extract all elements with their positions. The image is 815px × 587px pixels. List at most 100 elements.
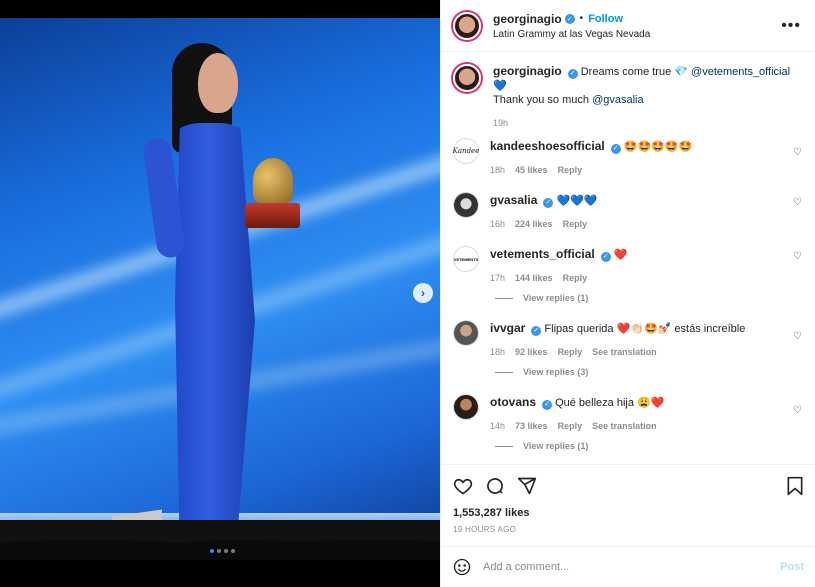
more-options-icon[interactable]: •••	[781, 17, 801, 35]
comment-meta: 14h 73 likes Reply See translation	[490, 419, 664, 433]
comment-icon[interactable]	[485, 476, 505, 496]
replies-line	[495, 297, 513, 299]
grammy-trophy	[245, 158, 300, 233]
audience-silhouettes	[0, 520, 440, 560]
likes-count[interactable]: 1,553,287 likes	[453, 507, 804, 519]
commenter-avatar[interactable]: Kandee	[452, 139, 480, 163]
caption-body: georginagio ✓ Dreams come true 💎 @vetemen…	[493, 64, 804, 128]
comment-input[interactable]	[483, 561, 781, 573]
post-media: ›	[0, 0, 440, 587]
heart-icon[interactable]	[453, 476, 473, 496]
author-avatar[interactable]	[453, 11, 481, 40]
comment-meta: 17h 144 likes Reply	[490, 271, 627, 285]
reply-button[interactable]: Reply	[558, 163, 583, 177]
caption-text: georginagio ✓ Dreams come true 💎 @vetemen…	[493, 64, 804, 93]
comment-time: 18h	[490, 165, 506, 175]
comment-text: Flipas querida ❤️👏🏻🤩💅🏻 estás increíble	[544, 323, 746, 335]
header-line: georginagio ✓ • Follow	[493, 12, 650, 26]
post-photo[interactable]	[0, 18, 440, 560]
avatar-logo-text: Kandee	[452, 147, 480, 155]
replies-line	[495, 371, 513, 373]
like-comment-heart-icon[interactable]: ♡	[793, 147, 802, 158]
commenter-username[interactable]: vetements_official	[490, 247, 595, 261]
like-comment-heart-icon[interactable]: ♡	[793, 405, 802, 416]
comment-likes[interactable]: 92 likes	[515, 345, 548, 359]
comment-likes[interactable]: 224 likes	[515, 217, 553, 231]
see-translation-button[interactable]: See translation	[592, 345, 657, 359]
verified-badge-icon: ✓	[610, 144, 621, 154]
caption-text-line2: Thank you so much	[493, 94, 593, 106]
commenter-avatar[interactable]	[454, 321, 478, 345]
view-replies-label: View replies (1)	[523, 441, 589, 451]
post-header: georginagio ✓ • Follow Latin Grammy at l…	[441, 0, 815, 52]
add-comment-bar: Post	[441, 546, 815, 587]
emoji-icon[interactable]	[453, 558, 471, 576]
comment-item: gvasalia ✓ 💙💙💙 16h 224 likes Reply ♡	[453, 177, 804, 231]
comment-time: 18h	[490, 347, 506, 357]
comment-likes[interactable]: 45 likes	[515, 163, 548, 177]
commenter-username[interactable]: kandeeshoesofficial	[490, 139, 605, 153]
like-comment-heart-icon[interactable]: ♡	[793, 331, 802, 342]
verified-badge-icon: ✓	[543, 198, 554, 208]
next-image-button[interactable]: ›	[413, 283, 433, 303]
comment-body: ivvgar ✓ Flipas querida ❤️👏🏻🤩💅🏻 estás inc…	[490, 321, 745, 359]
comment-item: VETEMENTS vetements_official ✓ ❤️ 17h 144…	[453, 231, 804, 285]
commenter-avatar[interactable]	[454, 395, 478, 419]
carousel-indicator	[210, 549, 235, 553]
share-icon[interactable]	[517, 476, 537, 496]
view-replies-label: View replies (1)	[523, 293, 589, 303]
view-replies-button[interactable]: View replies (1)	[495, 285, 804, 311]
comment-time: 17h	[490, 273, 506, 283]
reply-button[interactable]: Reply	[558, 345, 583, 359]
reply-button[interactable]: Reply	[563, 271, 588, 285]
caption-username[interactable]: georginagio	[493, 64, 562, 78]
comment-meta: 18h 92 likes Reply See translation	[490, 345, 745, 359]
caption-text-mid: 💙	[493, 80, 507, 92]
verified-badge-icon: ✓	[542, 400, 553, 410]
post-timestamp[interactable]: 19 HOURS AGO	[453, 525, 804, 534]
woman-figure	[141, 43, 300, 560]
view-replies-button[interactable]: View replies (3)	[495, 359, 804, 385]
mention-link[interactable]: @gvasalia	[592, 94, 644, 106]
author-username[interactable]: georginagio	[493, 12, 562, 26]
follow-button[interactable]: Follow	[588, 13, 623, 25]
comment-body: gvasalia ✓ 💙💙💙 16h 224 likes Reply	[490, 193, 598, 231]
reply-button[interactable]: Reply	[563, 217, 588, 231]
view-replies-button[interactable]: View replies (1)	[495, 433, 804, 459]
bookmark-icon[interactable]	[786, 476, 804, 496]
commenter-avatar[interactable]: VETEMENTS	[454, 247, 478, 271]
like-comment-heart-icon[interactable]: ♡	[793, 197, 802, 208]
comment-likes[interactable]: 73 likes	[515, 419, 548, 433]
face	[198, 53, 238, 113]
post-side-panel: georginagio ✓ • Follow Latin Grammy at l…	[440, 0, 815, 587]
comment-time: 16h	[490, 219, 506, 229]
mention-link[interactable]: @vetements_official	[691, 66, 790, 78]
commenter-username[interactable]: ivvgar	[490, 321, 525, 335]
caption-line2: Thank you so much @gvasalia	[493, 93, 804, 107]
like-comment-heart-icon[interactable]: ♡	[793, 251, 802, 262]
post-caption: georginagio ✓ Dreams come true 💎 @vetemen…	[453, 52, 804, 128]
carousel-dot	[224, 549, 228, 553]
chevron-right-icon: ›	[421, 286, 425, 300]
avatar-logo-text: VETEMENTS	[453, 256, 479, 262]
comment-likes[interactable]: 144 likes	[515, 271, 553, 285]
caption-avatar[interactable]	[453, 64, 481, 92]
post-actions: 1,553,287 likes 19 HOURS AGO	[441, 464, 815, 546]
comment-meta: 18h 45 likes Reply	[490, 163, 692, 177]
verified-badge-icon: ✓	[567, 69, 578, 79]
commenter-avatar[interactable]	[454, 193, 478, 217]
post-location[interactable]: Latin Grammy at las Vegas Nevada	[493, 29, 650, 40]
replies-line	[495, 445, 513, 447]
dot-separator: •	[579, 13, 584, 24]
post-comment-button[interactable]: Post	[780, 561, 804, 573]
commenter-username[interactable]: otovans	[490, 395, 536, 409]
comment-meta: 16h 224 likes Reply	[490, 217, 598, 231]
header-text: georginagio ✓ • Follow Latin Grammy at l…	[493, 12, 650, 40]
carousel-dot	[217, 549, 221, 553]
comment-text: ❤️	[613, 249, 628, 261]
see-translation-button[interactable]: See translation	[592, 419, 657, 433]
carousel-dot	[231, 549, 235, 553]
commenter-username[interactable]: gvasalia	[490, 193, 537, 207]
comments-section[interactable]: georginagio ✓ Dreams come true 💎 @vetemen…	[441, 52, 815, 464]
reply-button[interactable]: Reply	[558, 419, 583, 433]
